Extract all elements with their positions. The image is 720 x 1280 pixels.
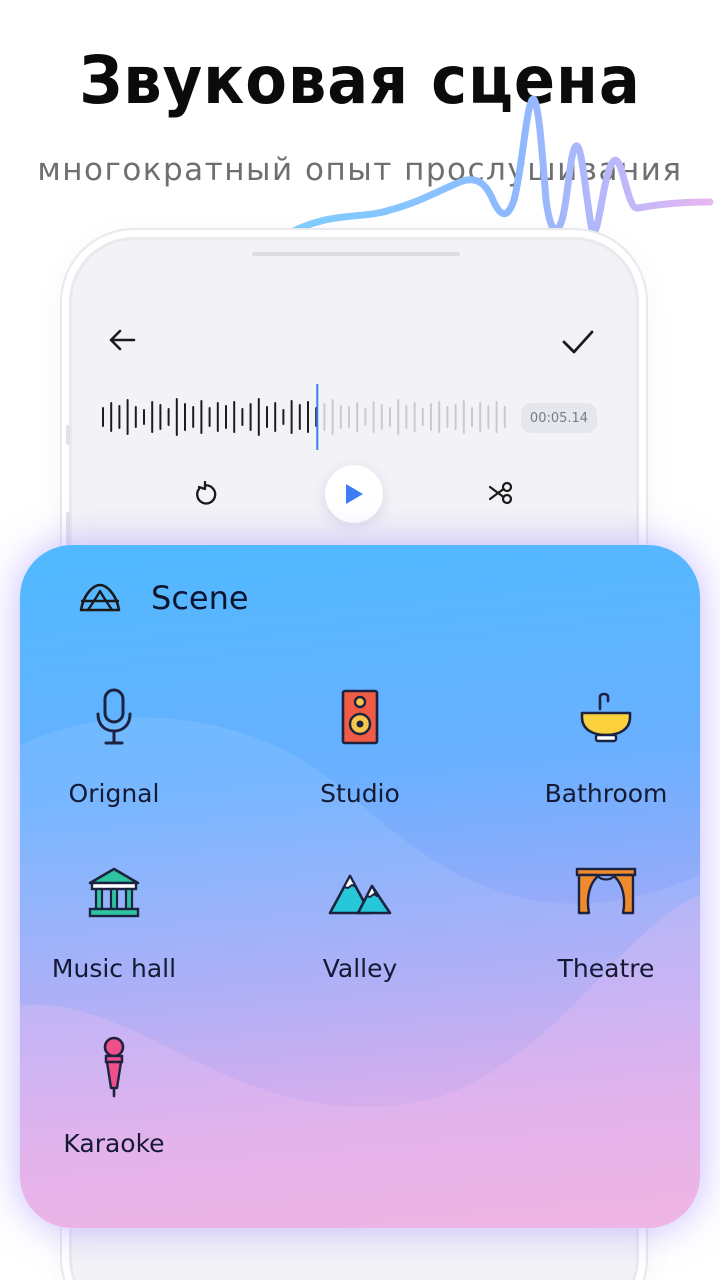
karaoke-microphone-icon: [103, 1036, 125, 1098]
scene-option-label: Bathroom: [544, 779, 668, 808]
scene-option-karaoke[interactable]: Karaoke: [20, 1035, 214, 1185]
scene-option-bathroom[interactable]: Bathroom: [506, 685, 700, 835]
scene-option-label: Music hall: [51, 954, 177, 983]
scene-option-label: Valley: [322, 954, 398, 983]
scene-option-label: Karaoke: [63, 1129, 165, 1158]
confirm-button[interactable]: [556, 320, 600, 364]
promo-headline: Звуковая сцена: [79, 42, 641, 119]
scene-option-valley[interactable]: Valley: [260, 860, 460, 1010]
reset-button[interactable]: [184, 472, 228, 516]
scene-option-label: Orignal: [68, 779, 160, 808]
scene-option-original[interactable]: Orignal: [20, 685, 214, 835]
mountains-icon: [328, 874, 392, 915]
time-readout: 00:05.14: [521, 403, 597, 433]
scene-panel: Scene Orignal Studio Bathroom Music hall…: [20, 545, 700, 1228]
phone-speaker-slot: [252, 252, 460, 256]
scene-option-studio[interactable]: Studio: [260, 685, 460, 835]
scene-option-label: Theatre: [557, 954, 655, 983]
trim-button[interactable]: [479, 471, 523, 515]
scene-option-label: Studio: [320, 779, 400, 808]
audio-waveform[interactable]: [100, 384, 510, 450]
arrow-left-icon: [109, 329, 136, 351]
checkmark-icon: [562, 330, 594, 354]
scene-tent-icon: [79, 583, 121, 612]
microphone-icon: [96, 688, 132, 745]
scissors-icon: [488, 481, 513, 505]
music-hall-building-icon: [88, 867, 140, 918]
speaker-icon: [341, 689, 379, 745]
sink-icon: [580, 692, 632, 743]
back-button[interactable]: [100, 318, 144, 362]
stage-curtain-icon: [575, 867, 637, 915]
phone-side-button: [66, 425, 70, 445]
rotate-reset-icon: [196, 481, 217, 505]
promo-subheadline: многократный опыт прослушивания: [37, 152, 683, 188]
play-icon: [346, 484, 363, 504]
scene-panel-title: Scene: [151, 579, 249, 617]
scene-option-theatre[interactable]: Theatre: [506, 860, 700, 1010]
scene-option-music-hall[interactable]: Music hall: [20, 860, 214, 1010]
play-button[interactable]: [325, 465, 383, 523]
